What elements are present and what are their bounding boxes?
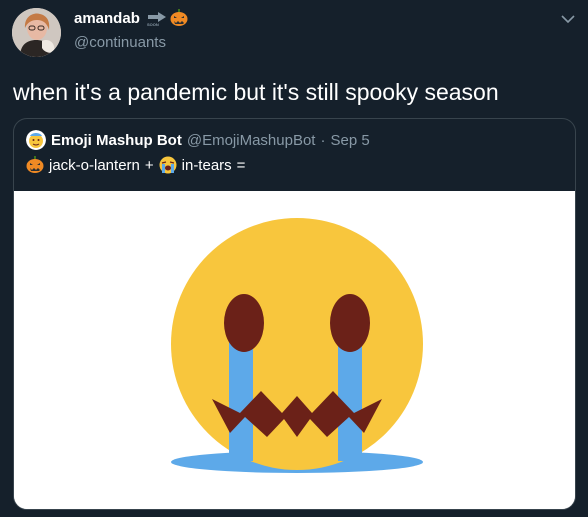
svg-text:SOON: SOON [147, 22, 159, 27]
author-handle[interactable]: @continuants [74, 34, 166, 51]
right-arrow-emoji-icon: SOON [145, 10, 168, 27]
second-emoji-name: in-tears [181, 156, 232, 174]
quoted-tweet-text: jack-o-lantern + in-tears = [26, 156, 245, 174]
plus-sign: + [144, 156, 154, 174]
quoted-tweet-date[interactable]: Sep 5 [330, 132, 369, 149]
chevron-down-icon[interactable] [559, 10, 577, 28]
emoji-bot-avatar-icon[interactable] [26, 130, 46, 150]
meta-separator: · [320, 131, 326, 149]
name-emoji-group: SOON [145, 9, 188, 27]
quoted-tweet[interactable]: Emoji Mashup Bot @EmojiMashupBot · Sep 5… [13, 118, 576, 510]
right-eye [330, 294, 370, 352]
quoted-author-handle[interactable]: @EmojiMashupBot [187, 132, 316, 149]
jack-o-lantern-emoji-icon [170, 9, 188, 26]
loudly-crying-face-emoji-icon [159, 156, 177, 174]
right-tear-stream [338, 339, 362, 461]
avatar[interactable] [12, 8, 61, 57]
tweet-text: when it's a pandemic but it's still spoo… [13, 79, 499, 105]
author-name-text[interactable]: amandab [74, 10, 140, 27]
jack-o-lantern-emoji-icon [26, 156, 44, 173]
first-emoji-name: jack-o-lantern [49, 156, 140, 174]
left-eye [224, 294, 264, 352]
crying-jack-o-lantern-mashup-image[interactable] [14, 191, 575, 509]
quoted-tweet-header: Emoji Mashup Bot @EmojiMashupBot · Sep 5 [26, 130, 370, 150]
equals-sign: = [236, 156, 246, 174]
author-name[interactable]: amandab SOON [74, 9, 188, 27]
left-tear-stream [229, 339, 253, 461]
quoted-author-name[interactable]: Emoji Mashup Bot [51, 132, 182, 149]
